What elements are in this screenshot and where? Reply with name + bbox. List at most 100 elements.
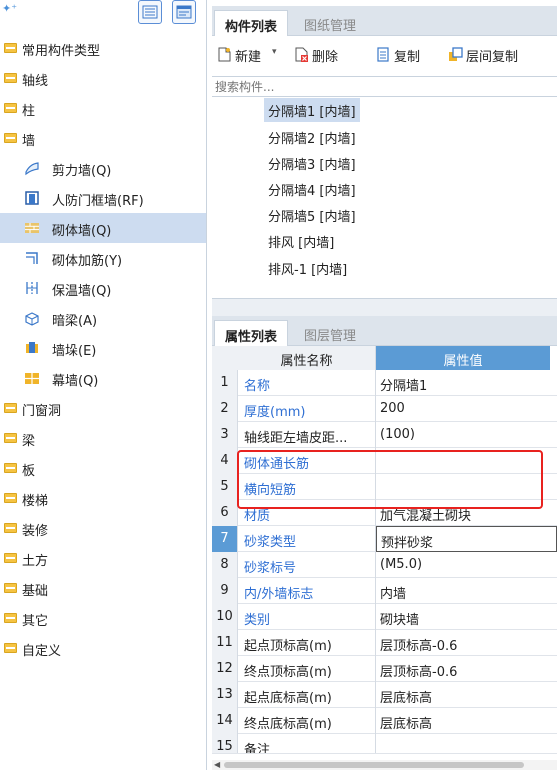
tree-item-other[interactable]: 其它 [0, 603, 206, 633]
property-value[interactable]: 层底标高 [376, 708, 557, 734]
property-value[interactable] [376, 734, 557, 753]
row-number: 15 [212, 734, 238, 753]
component-search-input[interactable] [212, 76, 557, 97]
copy-icon [377, 47, 389, 62]
property-value[interactable] [376, 448, 557, 474]
new-button[interactable]: 新建 ▾ [217, 45, 295, 65]
floor-copy-button[interactable]: 层间复制 [448, 45, 548, 65]
floor-copy-label: 层间复制 [466, 50, 519, 65]
tab-property-list[interactable]: 属性列表 [214, 320, 289, 346]
scrollbar-thumb[interactable] [224, 762, 524, 768]
panel-splitter[interactable] [212, 298, 557, 318]
tree-item-curtain-wall[interactable]: 幕墙(Q) [0, 363, 206, 393]
tree-item-masonry-rebar[interactable]: 砌体加筋(Y) [0, 243, 206, 273]
masonry-rebar-icon [26, 252, 38, 264]
tab-component-list[interactable]: 构件列表 [214, 10, 289, 36]
property-row[interactable]: 13 起点底标高(m) 层底标高 [212, 682, 557, 708]
expand-star-icon[interactable]: ✦⁺ [2, 2, 17, 15]
property-value[interactable]: 200 [376, 396, 557, 422]
tree-item-label: 幕墙(Q) [52, 374, 99, 389]
row-number: 4 [212, 448, 238, 474]
tree-item-label: 人防门框墙(RF) [52, 194, 144, 209]
property-value[interactable] [376, 474, 557, 500]
tree-item-wall[interactable]: 墙 [0, 123, 206, 153]
property-name: 内/外墙标志 [238, 578, 376, 604]
tree-item-column[interactable]: 柱 [0, 93, 206, 123]
tree-item-common-types[interactable]: 常用构件类型 [0, 33, 206, 63]
tree-item-wall-pier[interactable]: 墙垛(E) [0, 333, 206, 363]
tab-layer-management[interactable]: 图层管理 [294, 320, 366, 346]
component-item[interactable]: 分隔墙4 [内墙] [264, 177, 360, 201]
property-row[interactable]: 15 备注 [212, 734, 557, 754]
property-row-selected[interactable]: 7 砂浆类型 预拌砂浆 [212, 526, 557, 552]
tree-item-label: 轴线 [22, 74, 49, 89]
scroll-left-icon[interactable]: ◀ [214, 760, 220, 769]
property-row[interactable]: 11 起点顶标高(m) 层顶标高-0.6 [212, 630, 557, 656]
property-value[interactable]: 层底标高 [376, 682, 557, 708]
tree-item-decoration[interactable]: 装修 [0, 513, 206, 543]
tree-item-label: 楼梯 [22, 494, 49, 509]
tree-item-door-window-opening[interactable]: 门窗洞 [0, 393, 206, 423]
tree-item-stairs[interactable]: 楼梯 [0, 483, 206, 513]
list-view-button[interactable] [138, 0, 162, 24]
horizontal-scrollbar[interactable]: ◀ [212, 760, 557, 770]
row-number: 12 [212, 656, 238, 682]
list-view-icon [142, 5, 158, 19]
property-value[interactable]: (M5.0) [376, 552, 557, 578]
component-item[interactable]: 分隔墙2 [内墙] [264, 125, 360, 149]
tree-item-shear-wall[interactable]: 剪力墙(Q) [0, 153, 206, 183]
component-item[interactable]: 分隔墙3 [内墙] [264, 151, 360, 175]
property-value[interactable]: 层顶标高-0.6 [376, 656, 557, 682]
tab-drawing-management[interactable]: 图纸管理 [294, 10, 366, 36]
property-row[interactable]: 8 砂浆标号 (M5.0) [212, 552, 557, 578]
component-item[interactable]: 分隔墙1 [内墙] [264, 98, 360, 122]
property-row[interactable]: 6 材质 加气混凝土砌块 [212, 500, 557, 526]
tree-item-beam[interactable]: 梁 [0, 423, 206, 453]
property-row[interactable]: 4 砌体通长筋 [212, 448, 557, 474]
property-value[interactable]: 内墙 [376, 578, 557, 604]
property-row[interactable]: 10 类别 砌块墙 [212, 604, 557, 630]
tree-item-label: 自定义 [22, 644, 62, 659]
component-item[interactable]: 排风-1 [内墙] [264, 256, 351, 280]
component-item[interactable]: 排风 [内墙] [264, 229, 338, 253]
row-number: 7 [212, 526, 238, 552]
tree-item-foundation[interactable]: 基础 [0, 573, 206, 603]
tree-item-earthwork[interactable]: 土方 [0, 543, 206, 573]
tree-item-label: 柱 [22, 104, 36, 119]
property-tab-strip: 属性列表 图层管理 [212, 316, 557, 346]
property-value[interactable]: 分隔墙1 [376, 370, 557, 396]
row-number: 13 [212, 682, 238, 708]
detail-view-button[interactable] [172, 0, 196, 24]
tree-item-civil-defense-door-frame[interactable]: 人防门框墙(RF) [0, 183, 206, 213]
tree-item-label: 装修 [22, 524, 49, 539]
property-name: 横向短筋 [238, 474, 376, 500]
detail-view-icon [176, 5, 192, 19]
component-tree-panel: ✦⁺ 常用构件类型 轴线 柱 墙 剪力墙(Q) 人防门框墙(RF) 砌体墙(Q)… [0, 0, 207, 770]
property-row[interactable]: 14 终点底标高(m) 层底标高 [212, 708, 557, 734]
tree-item-insulation-wall[interactable]: 保温墙(Q) [0, 273, 206, 303]
row-number: 6 [212, 500, 238, 526]
chevron-down-icon[interactable]: ▾ [272, 47, 277, 57]
tree-item-slab[interactable]: 板 [0, 453, 206, 483]
property-value[interactable]: 加气混凝土砌块 [376, 500, 557, 526]
tree-item-label: 剪力墙(Q) [52, 164, 112, 179]
property-value[interactable]: (100) [376, 422, 557, 448]
property-value-editor[interactable]: 预拌砂浆 [376, 526, 557, 552]
property-value[interactable]: 层顶标高-0.6 [376, 630, 557, 656]
insulation-wall-icon [26, 282, 38, 294]
copy-button[interactable]: 复制 [376, 45, 436, 65]
tree-item-axis[interactable]: 轴线 [0, 63, 206, 93]
property-row[interactable]: 9 内/外墙标志 内墙 [212, 578, 557, 604]
delete-button[interactable]: 删除 [294, 45, 354, 65]
property-row[interactable]: 12 终点顶标高(m) 层顶标高-0.6 [212, 656, 557, 682]
tree-item-masonry-wall[interactable]: 砌体墙(Q) [0, 213, 206, 243]
property-value[interactable]: 砌块墙 [376, 604, 557, 630]
tree-item-custom[interactable]: 自定义 [0, 633, 206, 663]
property-row[interactable]: 3 轴线距左墙皮距... (100) [212, 422, 557, 448]
property-row[interactable]: 2 厚度(mm) 200 [212, 396, 557, 422]
tree-item-label: 常用构件类型 [22, 44, 101, 59]
tree-item-hidden-beam[interactable]: 暗梁(A) [0, 303, 206, 333]
property-row[interactable]: 5 横向短筋 [212, 474, 557, 500]
property-row[interactable]: 1 名称 分隔墙1 [212, 370, 557, 396]
component-item[interactable]: 分隔墙5 [内墙] [264, 203, 360, 227]
